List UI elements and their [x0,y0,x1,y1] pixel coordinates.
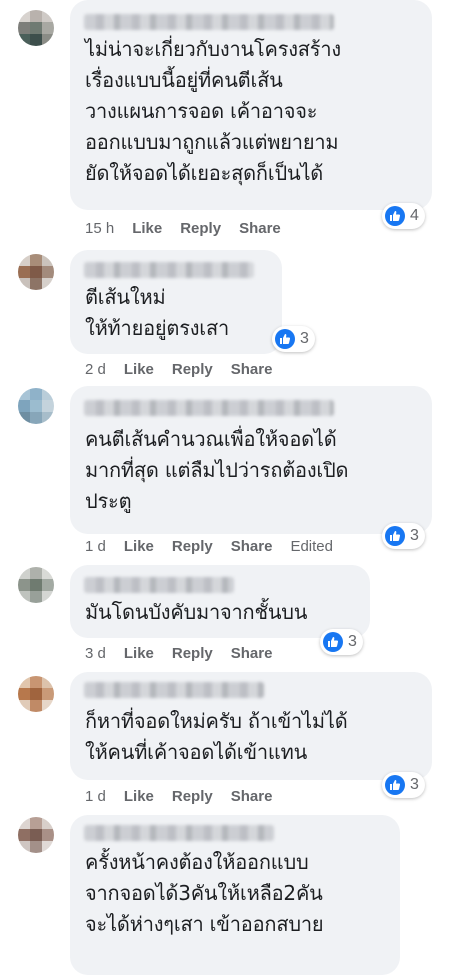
like-button[interactable]: Like [124,645,154,662]
avatar[interactable] [18,10,54,46]
author-name-blurred[interactable] [84,262,254,278]
like-button[interactable]: Like [124,538,154,555]
edited-label[interactable]: Edited [290,538,333,555]
avatar[interactable] [18,388,54,424]
comment-text: คนตีเส้นคำนวณเพื่อให้จอดได้ มากที่สุด แต… [85,427,349,513]
thumbs-up-icon [323,632,343,652]
comment-bubble: ก็หาที่จอดใหม่ครับ ถ้าเข้าไม่ได้ ให้คนที… [70,672,432,780]
timestamp[interactable]: 2 d [85,361,106,378]
comment-actions: 1 d Like Reply Share Edited [85,538,351,555]
reaction-count[interactable]: 4 [382,203,425,229]
thumbs-up-icon [385,775,405,795]
reply-button[interactable]: Reply [172,361,213,378]
author-name-blurred[interactable] [84,825,274,841]
author-name-blurred[interactable] [84,14,334,30]
timestamp[interactable]: 1 d [85,538,106,555]
thumbs-up-icon [385,206,405,226]
share-button[interactable]: Share [231,645,273,662]
comment-text: ครั้งหน้าคงต้องให้ออกแบบ จากจอดได้3คันให… [85,850,324,936]
comment-actions: 2 d Like Reply Share [85,361,290,378]
comment-actions: 15 h Like Reply Share [85,220,299,237]
author-name-blurred[interactable] [84,400,334,416]
comment-actions: 1 d Like Reply Share [85,788,290,805]
comment-bubble: ตีเส้นใหม่ ให้ท้ายอยู่ตรงเสา [70,250,282,354]
comment-bubble: ไม่น่าจะเกี่ยวกับงานโครงสร้าง เรื่องแบบน… [70,0,432,210]
like-button[interactable]: Like [124,361,154,378]
timestamp[interactable]: 3 d [85,645,106,662]
comment-bubble: มันโดนบังคับมาจากชั้นบน [70,565,370,638]
reaction-number: 3 [410,527,419,544]
reaction-number: 3 [300,330,309,347]
reaction-number: 4 [410,207,419,224]
share-button[interactable]: Share [231,538,273,555]
reaction-number: 3 [410,776,419,793]
reaction-count[interactable]: 3 [382,523,425,549]
like-button[interactable]: Like [132,220,162,237]
share-button[interactable]: Share [231,361,273,378]
reply-button[interactable]: Reply [172,788,213,805]
comment-bubble: คนตีเส้นคำนวณเพื่อให้จอดได้ มากที่สุด แต… [70,386,432,534]
reply-button[interactable]: Reply [172,645,213,662]
share-button[interactable]: Share [231,788,273,805]
thumbs-up-icon [275,329,295,349]
avatar[interactable] [18,676,54,712]
comment-text: มันโดนบังคับมาจากชั้นบน [85,600,308,624]
avatar[interactable] [18,817,54,853]
avatar[interactable] [18,254,54,290]
author-name-blurred[interactable] [84,577,234,593]
thumbs-up-icon [385,526,405,546]
comment-text: ก็หาที่จอดใหม่ครับ ถ้าเข้าไม่ได้ ให้คนที… [85,709,348,764]
timestamp[interactable]: 1 d [85,788,106,805]
avatar[interactable] [18,567,54,603]
reaction-number: 3 [348,633,357,650]
reaction-count[interactable]: 3 [320,629,363,655]
reply-button[interactable]: Reply [172,538,213,555]
share-button[interactable]: Share [239,220,281,237]
reaction-count[interactable]: 3 [382,772,425,798]
comment-bubble: ครั้งหน้าคงต้องให้ออกแบบ จากจอดได้3คันให… [70,815,400,975]
comment-actions: 3 d Like Reply Share [85,645,290,662]
comment-text: ตีเส้นใหม่ ให้ท้ายอยู่ตรงเสา [85,285,229,340]
comment-text: ไม่น่าจะเกี่ยวกับงานโครงสร้าง เรื่องแบบน… [85,37,341,185]
reaction-count[interactable]: 3 [272,326,315,352]
like-button[interactable]: Like [124,788,154,805]
timestamp[interactable]: 15 h [85,220,114,237]
reply-button[interactable]: Reply [180,220,221,237]
author-name-blurred[interactable] [84,682,264,698]
